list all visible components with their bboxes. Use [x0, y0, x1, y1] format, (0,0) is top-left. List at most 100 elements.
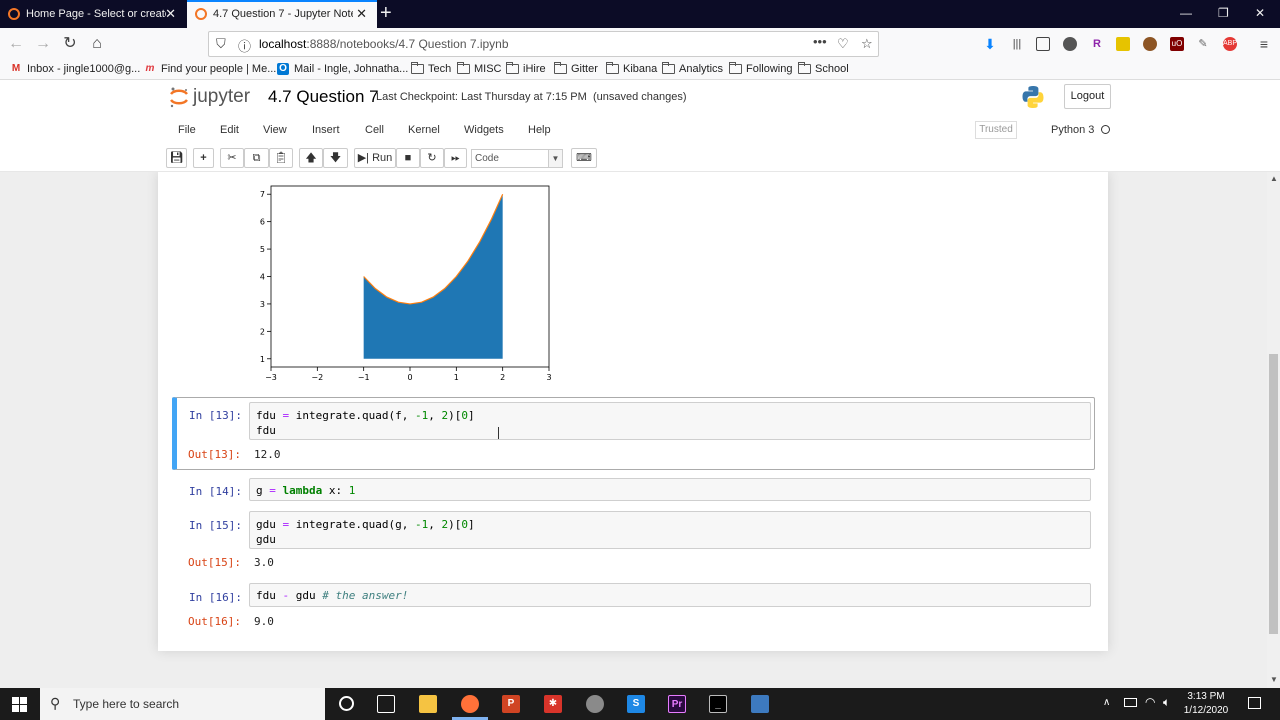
- reload-icon[interactable]: ↻: [60, 34, 80, 54]
- url-bar[interactable]: ⛉ ⓘ localhost:8888/notebooks/4.7 Questio…: [208, 31, 879, 57]
- restart-button[interactable]: ↻: [420, 148, 444, 168]
- menu-cell[interactable]: Cell: [365, 124, 384, 136]
- downloads-icon[interactable]: ⬇: [983, 37, 997, 51]
- code-cell[interactable]: In [15]: gdu = integrate.quad(g, -1, 2)[…: [172, 509, 1095, 575]
- shield-icon[interactable]: ⛉: [216, 36, 226, 52]
- code-cell[interactable]: In [16]: fdu - gdu # the answer! Out[16]…: [172, 583, 1095, 633]
- wifi-icon[interactable]: ◠: [1145, 695, 1155, 709]
- paste-button[interactable]: 📋︎: [269, 148, 293, 168]
- bookmark-mail[interactable]: O Mail - Ingle, Johnatha...: [277, 63, 408, 75]
- url-text[interactable]: localhost:8888/notebooks/4.7 Question 7.…: [259, 37, 509, 51]
- windows-start-icon[interactable]: [12, 697, 27, 712]
- move-up-button[interactable]: 🡅: [299, 148, 323, 168]
- minimize-icon[interactable]: —: [1180, 6, 1192, 20]
- sidebar-icon[interactable]: [1036, 37, 1050, 51]
- save-button[interactable]: 💾︎: [166, 148, 187, 168]
- powerpoint-icon[interactable]: P: [502, 695, 520, 713]
- code-editor[interactable]: g = lambda x: 1: [249, 478, 1091, 501]
- bookmark-folder-following[interactable]: Following: [729, 62, 792, 75]
- copy-button[interactable]: ⧉: [244, 148, 269, 168]
- autosave-status: (unsaved changes): [593, 91, 687, 103]
- jupyter-logo-icon[interactable]: [168, 86, 190, 108]
- battery-icon[interactable]: [1124, 698, 1137, 707]
- maximize-icon[interactable]: ❐: [1218, 6, 1229, 20]
- r-extension-icon[interactable]: R: [1090, 37, 1104, 51]
- terminal-icon[interactable]: _: [709, 695, 727, 713]
- bookmark-folder-gitter[interactable]: Gitter: [554, 62, 598, 75]
- bookmark-meetup[interactable]: m Find your people | Me...: [144, 63, 277, 75]
- ublock-icon[interactable]: uO: [1170, 37, 1184, 51]
- bookmark-folder-kibana[interactable]: Kibana: [606, 62, 657, 75]
- browser-tab-notebook[interactable]: 4.7 Question 7 - Jupyter Notebo ✕: [187, 0, 377, 28]
- menu-edit[interactable]: Edit: [220, 124, 239, 136]
- code-editor[interactable]: fdu - gdu # the answer!: [249, 583, 1091, 607]
- code-cell-selected[interactable]: In [13]: fdu = integrate.quad(f, -1, 2)[…: [172, 397, 1095, 470]
- jupyter-logo-text[interactable]: jupyter: [193, 86, 250, 108]
- task-view-icon[interactable]: [377, 695, 395, 713]
- bookmark-folder-misc[interactable]: MISC: [457, 62, 502, 75]
- trusted-indicator[interactable]: Trusted: [975, 121, 1017, 139]
- scrollbar-thumb[interactable]: [1269, 354, 1278, 634]
- pocket-icon[interactable]: ♡: [837, 36, 849, 52]
- back-icon[interactable]: ←: [6, 34, 26, 54]
- adblock-plus-icon[interactable]: ABP: [1223, 37, 1237, 51]
- home-icon[interactable]: ⌂: [87, 34, 107, 54]
- account-icon[interactable]: [1063, 37, 1077, 51]
- page-scrollbar[interactable]: ▲ ▼: [1267, 172, 1280, 688]
- taskbar-search[interactable]: ⚲ Type here to search: [40, 688, 325, 720]
- menu-view[interactable]: View: [263, 124, 287, 136]
- menu-kernel[interactable]: Kernel: [408, 124, 440, 136]
- code-editor[interactable]: gdu = integrate.quad(g, -1, 2)[0] gdu: [249, 511, 1091, 549]
- page-actions-icon[interactable]: •••: [813, 34, 827, 49]
- bookmark-folder-analytics[interactable]: Analytics: [662, 62, 723, 75]
- bookmark-folder-ihire[interactable]: iHire: [506, 62, 546, 75]
- menu-widgets[interactable]: Widgets: [464, 124, 504, 136]
- notifications-icon[interactable]: [1248, 697, 1261, 709]
- system-clock[interactable]: 3:13 PM 1/12/2020: [1180, 690, 1232, 718]
- bookmark-star-icon[interactable]: ☆: [861, 36, 873, 52]
- bookmark-folder-school[interactable]: School: [798, 62, 849, 75]
- bookmark-folder-tech[interactable]: Tech: [411, 62, 451, 75]
- app-gear-icon[interactable]: ✱: [544, 695, 562, 713]
- interrupt-button[interactable]: ■: [396, 148, 420, 168]
- cookie-icon[interactable]: [1143, 37, 1157, 51]
- run-button[interactable]: ▶| Run: [354, 148, 396, 168]
- firefox-icon[interactable]: [461, 695, 479, 713]
- tray-chevron-up-icon[interactable]: ∧: [1103, 697, 1110, 708]
- cortana-icon[interactable]: [339, 696, 354, 711]
- eyedropper-icon[interactable]: ✎: [1196, 37, 1210, 51]
- app-s-icon[interactable]: S: [627, 695, 645, 713]
- close-tab-icon[interactable]: ✕: [356, 7, 367, 20]
- premiere-icon[interactable]: Pr: [668, 695, 686, 713]
- restart-run-all-button[interactable]: ⏩︎: [444, 148, 467, 168]
- forward-icon[interactable]: →: [33, 34, 53, 54]
- move-down-button[interactable]: 🡇: [323, 148, 348, 168]
- app-globe-icon[interactable]: [586, 695, 604, 713]
- bookmark-inbox[interactable]: M Inbox - jingle1000@g...: [10, 63, 140, 75]
- scroll-up-icon[interactable]: ▲: [1270, 174, 1278, 183]
- new-tab-icon[interactable]: +: [380, 3, 392, 23]
- menu-help[interactable]: Help: [528, 124, 551, 136]
- menu-insert[interactable]: Insert: [312, 124, 340, 136]
- browser-nav-bar: ← → ↻ ⌂ ⛉ ⓘ localhost:8888/notebooks/4.7…: [0, 28, 1280, 60]
- browser-tab-home[interactable]: Home Page - Select or create a ✕: [0, 0, 186, 28]
- command-palette-button[interactable]: ⌨: [571, 148, 597, 168]
- scroll-down-icon[interactable]: ▼: [1270, 675, 1278, 684]
- cut-button[interactable]: ✂: [220, 148, 244, 168]
- info-icon[interactable]: ⓘ: [238, 36, 251, 55]
- volume-icon[interactable]: 🔈︎: [1163, 695, 1170, 710]
- file-explorer-icon[interactable]: [419, 695, 437, 713]
- code-editor[interactable]: fdu = integrate.quad(f, -1, 2)[0] fdu: [249, 402, 1091, 440]
- code-cell[interactable]: In [14]: g = lambda x: 1: [172, 475, 1095, 504]
- library-icon[interactable]: |||: [1010, 37, 1024, 51]
- window-close-icon[interactable]: ✕: [1255, 6, 1265, 20]
- notebook-name[interactable]: 4.7 Question 7: [268, 87, 379, 107]
- menu-icon[interactable]: ≡: [1257, 37, 1271, 51]
- logout-button[interactable]: Logout: [1064, 84, 1111, 109]
- close-tab-icon[interactable]: ✕: [165, 7, 176, 20]
- screen-app-icon[interactable]: [751, 695, 769, 713]
- menu-file[interactable]: File: [178, 124, 196, 136]
- insert-cell-button[interactable]: +: [193, 148, 214, 168]
- extension-yellow-icon[interactable]: [1116, 37, 1130, 51]
- cell-type-select[interactable]: Code ▼: [471, 149, 563, 168]
